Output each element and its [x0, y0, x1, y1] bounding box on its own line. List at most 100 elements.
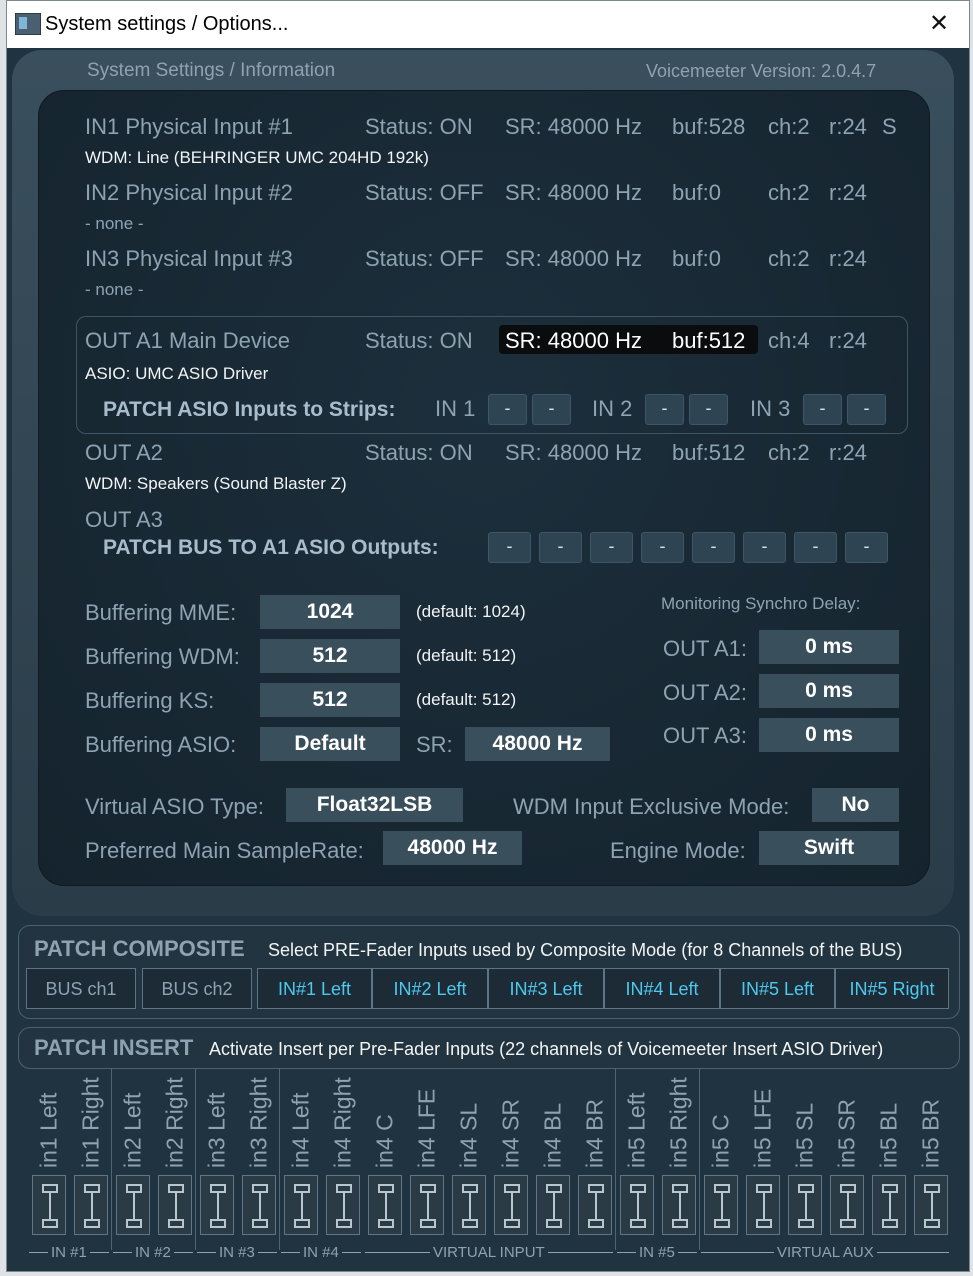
insert-switch[interactable] [368, 1175, 402, 1235]
switch-cap [882, 1184, 898, 1193]
outa1-sr: SR: 48000 Hz [505, 328, 642, 353]
switch-cap [420, 1184, 436, 1193]
in2-buf: buf:0 [672, 180, 721, 205]
buffering-asio-value[interactable]: Default [260, 727, 400, 761]
buffering-wdm-value[interactable]: 512 [260, 639, 400, 673]
engine-mode-value[interactable]: Swift [759, 831, 899, 865]
monitor-a2-value[interactable]: 0 ms [759, 674, 899, 708]
insert-channel-text: in5 BR [917, 1098, 944, 1168]
patch-asio-in3-r[interactable]: - [847, 394, 886, 425]
patch-asio-in1-l[interactable]: - [488, 394, 527, 425]
insert-channel-label: in4 SL [449, 1068, 489, 1168]
composite-in1-left[interactable]: IN#1 Left [257, 968, 372, 1009]
insert-switch[interactable] [242, 1175, 276, 1235]
buffering-wdm-default: (default: 512) [416, 646, 517, 665]
insert-switch[interactable] [620, 1175, 654, 1235]
switch-cap [798, 1219, 814, 1228]
insert-switch[interactable] [410, 1175, 444, 1235]
composite-bus-ch2[interactable]: BUS ch2 [142, 968, 252, 1009]
composite-in4-left[interactable]: IN#4 Left [604, 968, 720, 1009]
insert-switch[interactable] [452, 1175, 486, 1235]
switch-cap [924, 1184, 940, 1193]
insert-switch[interactable] [284, 1175, 318, 1235]
insert-channel-text: in5 BL [875, 1102, 902, 1168]
insert-channel-text: in2 Right [161, 1077, 188, 1168]
insert-channel-label: in5 Right [659, 1068, 699, 1168]
switch-cap [84, 1184, 100, 1193]
composite-in2-left[interactable]: IN#2 Left [372, 968, 488, 1009]
insert-switch[interactable] [32, 1175, 66, 1235]
asio-sr-value[interactable]: 48000 Hz [465, 727, 610, 761]
insert-switch[interactable] [200, 1175, 234, 1235]
patch-composite-desc: Select PRE-Fader Inputs used by Composit… [268, 940, 903, 960]
patch-bus-4[interactable]: - [641, 532, 684, 563]
buffering-mme-value[interactable]: 1024 [260, 595, 400, 629]
switch-cap [420, 1219, 436, 1228]
insert-channel-label: in5 BL [869, 1068, 909, 1168]
monitor-a1-value[interactable]: 0 ms [759, 630, 899, 664]
insert-channel-text: in5 LFE [749, 1088, 776, 1168]
insert-switch[interactable] [158, 1175, 192, 1235]
insert-channel-text: in1 Left [35, 1092, 62, 1168]
insert-switch[interactable] [578, 1175, 612, 1235]
composite-in5-right[interactable]: IN#5 Right [835, 968, 949, 1009]
outa2-driver[interactable]: WDM: Speakers (Sound Blaster Z) [85, 474, 347, 494]
insert-switch[interactable] [494, 1175, 528, 1235]
insert-channel-label: in1 Right [71, 1068, 111, 1168]
insert-switch[interactable] [116, 1175, 150, 1235]
insert-channel-label: in3 Right [239, 1068, 279, 1168]
patch-bus-7[interactable]: - [794, 532, 837, 563]
patch-bus-2[interactable]: - [539, 532, 582, 563]
switch-cap [294, 1184, 310, 1193]
insert-group-label: VIRTUAL INPUT [430, 1244, 548, 1261]
virtual-asio-value[interactable]: Float32LSB [286, 788, 463, 822]
in3-driver[interactable]: - none - [85, 280, 144, 300]
patch-bus-1[interactable]: - [488, 532, 531, 563]
composite-in3-left[interactable]: IN#3 Left [488, 968, 604, 1009]
in2-driver[interactable]: - none - [85, 214, 144, 234]
patch-asio-in2-l[interactable]: - [645, 394, 684, 425]
wdm-exclusive-value[interactable]: No [812, 788, 899, 822]
in3-name: IN3 Physical Input #3 [85, 246, 293, 271]
title-bar: System settings / Options... ✕ [7, 1, 969, 48]
insert-switch[interactable] [914, 1175, 948, 1235]
insert-switch[interactable] [704, 1175, 738, 1235]
switch-cap [672, 1219, 688, 1228]
insert-channel-text: in5 C [707, 1114, 734, 1168]
insert-switch[interactable] [788, 1175, 822, 1235]
patch-bus-3[interactable]: - [590, 532, 633, 563]
outa2-ch: ch:2 [768, 440, 810, 465]
close-icon[interactable]: ✕ [921, 9, 957, 39]
switch-cap [672, 1184, 688, 1193]
switch-cap [168, 1219, 184, 1228]
insert-switch[interactable] [326, 1175, 360, 1235]
insert-switch[interactable] [662, 1175, 696, 1235]
outa1-buf: buf:512 [672, 328, 746, 353]
patch-bus-5[interactable]: - [692, 532, 735, 563]
patch-asio-in2-r[interactable]: - [689, 394, 728, 425]
insert-channel-label: in5 Left [617, 1068, 657, 1168]
insert-switch[interactable] [74, 1175, 108, 1235]
insert-switch[interactable] [746, 1175, 780, 1235]
in1-driver[interactable]: WDM: Line (BEHRINGER UMC 204HD 192k) [85, 148, 429, 168]
in2-sr: SR: 48000 Hz [505, 180, 642, 205]
insert-switch[interactable] [830, 1175, 864, 1235]
composite-in5-left[interactable]: IN#5 Left [720, 968, 835, 1009]
patch-bus-8[interactable]: - [845, 532, 888, 563]
patch-asio-in1-r[interactable]: - [532, 394, 571, 425]
patch-asio-in3-l[interactable]: - [803, 394, 842, 425]
insert-group-label: IN #5 [636, 1244, 678, 1261]
switch-cap [336, 1184, 352, 1193]
composite-bus-ch1[interactable]: BUS ch1 [26, 968, 136, 1009]
insert-switch[interactable] [536, 1175, 570, 1235]
in2-status: Status: OFF [365, 180, 484, 205]
switch-cap [252, 1184, 268, 1193]
buffering-ks-value[interactable]: 512 [260, 683, 400, 717]
monitor-a3-value[interactable]: 0 ms [759, 718, 899, 752]
preferred-sr-value[interactable]: 48000 Hz [383, 831, 522, 865]
insert-channel-label: in5 LFE [743, 1068, 783, 1168]
outa1-driver[interactable]: ASIO: UMC ASIO Driver [85, 364, 268, 384]
insert-switch[interactable] [872, 1175, 906, 1235]
buffering-asio-label: Buffering ASIO: [85, 732, 237, 757]
patch-bus-6[interactable]: - [743, 532, 786, 563]
